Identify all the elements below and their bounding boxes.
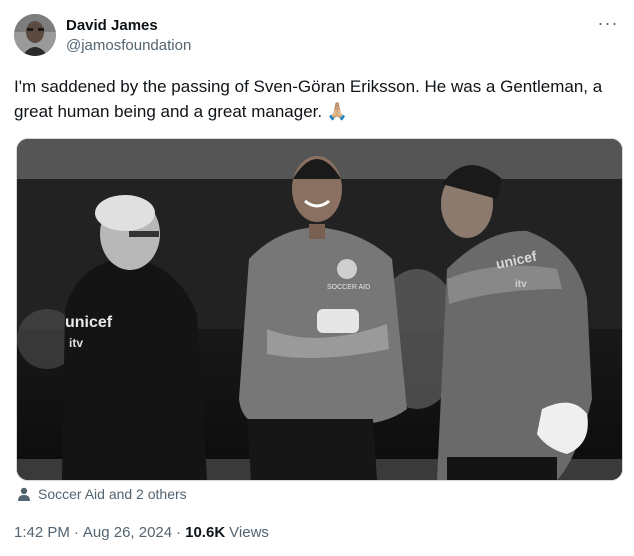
itv-logo-right: itv — [515, 279, 527, 290]
tweet-photo[interactable]: unicef itv SOCCER AID unicef itv — [16, 138, 623, 481]
author-handle[interactable]: @jamosfoundation — [66, 36, 191, 56]
more-icon[interactable]: ··· — [596, 14, 620, 38]
tweet-header: David James @jamosfoundation ··· — [14, 14, 620, 60]
meta-separator: · — [73, 524, 79, 541]
views-count: 10.6K — [185, 524, 226, 541]
tweet-date[interactable]: Aug 26, 2024 — [83, 524, 172, 541]
tagged-users[interactable]: Soccer Aid and 2 others — [16, 484, 187, 504]
avatar[interactable] — [14, 14, 56, 56]
meta-separator-2: · — [176, 524, 182, 541]
tweet-text: I'm saddened by the passing of Sven-Göra… — [14, 77, 603, 121]
views-label: Views — [229, 524, 269, 541]
itv-logo-left: itv — [69, 336, 83, 350]
author-display-name[interactable]: David James — [66, 16, 191, 36]
tweet-meta: 1:42 PM · Aug 26, 2024 · 10.6K Views — [14, 524, 269, 541]
person-icon — [18, 487, 30, 501]
soccer-aid-logo: SOCCER AID — [327, 284, 370, 291]
tweet-time[interactable]: 1:42 PM — [14, 524, 70, 541]
tagged-label[interactable]: Soccer Aid and 2 others — [38, 486, 187, 502]
unicef-logo-left: unicef — [65, 314, 113, 331]
